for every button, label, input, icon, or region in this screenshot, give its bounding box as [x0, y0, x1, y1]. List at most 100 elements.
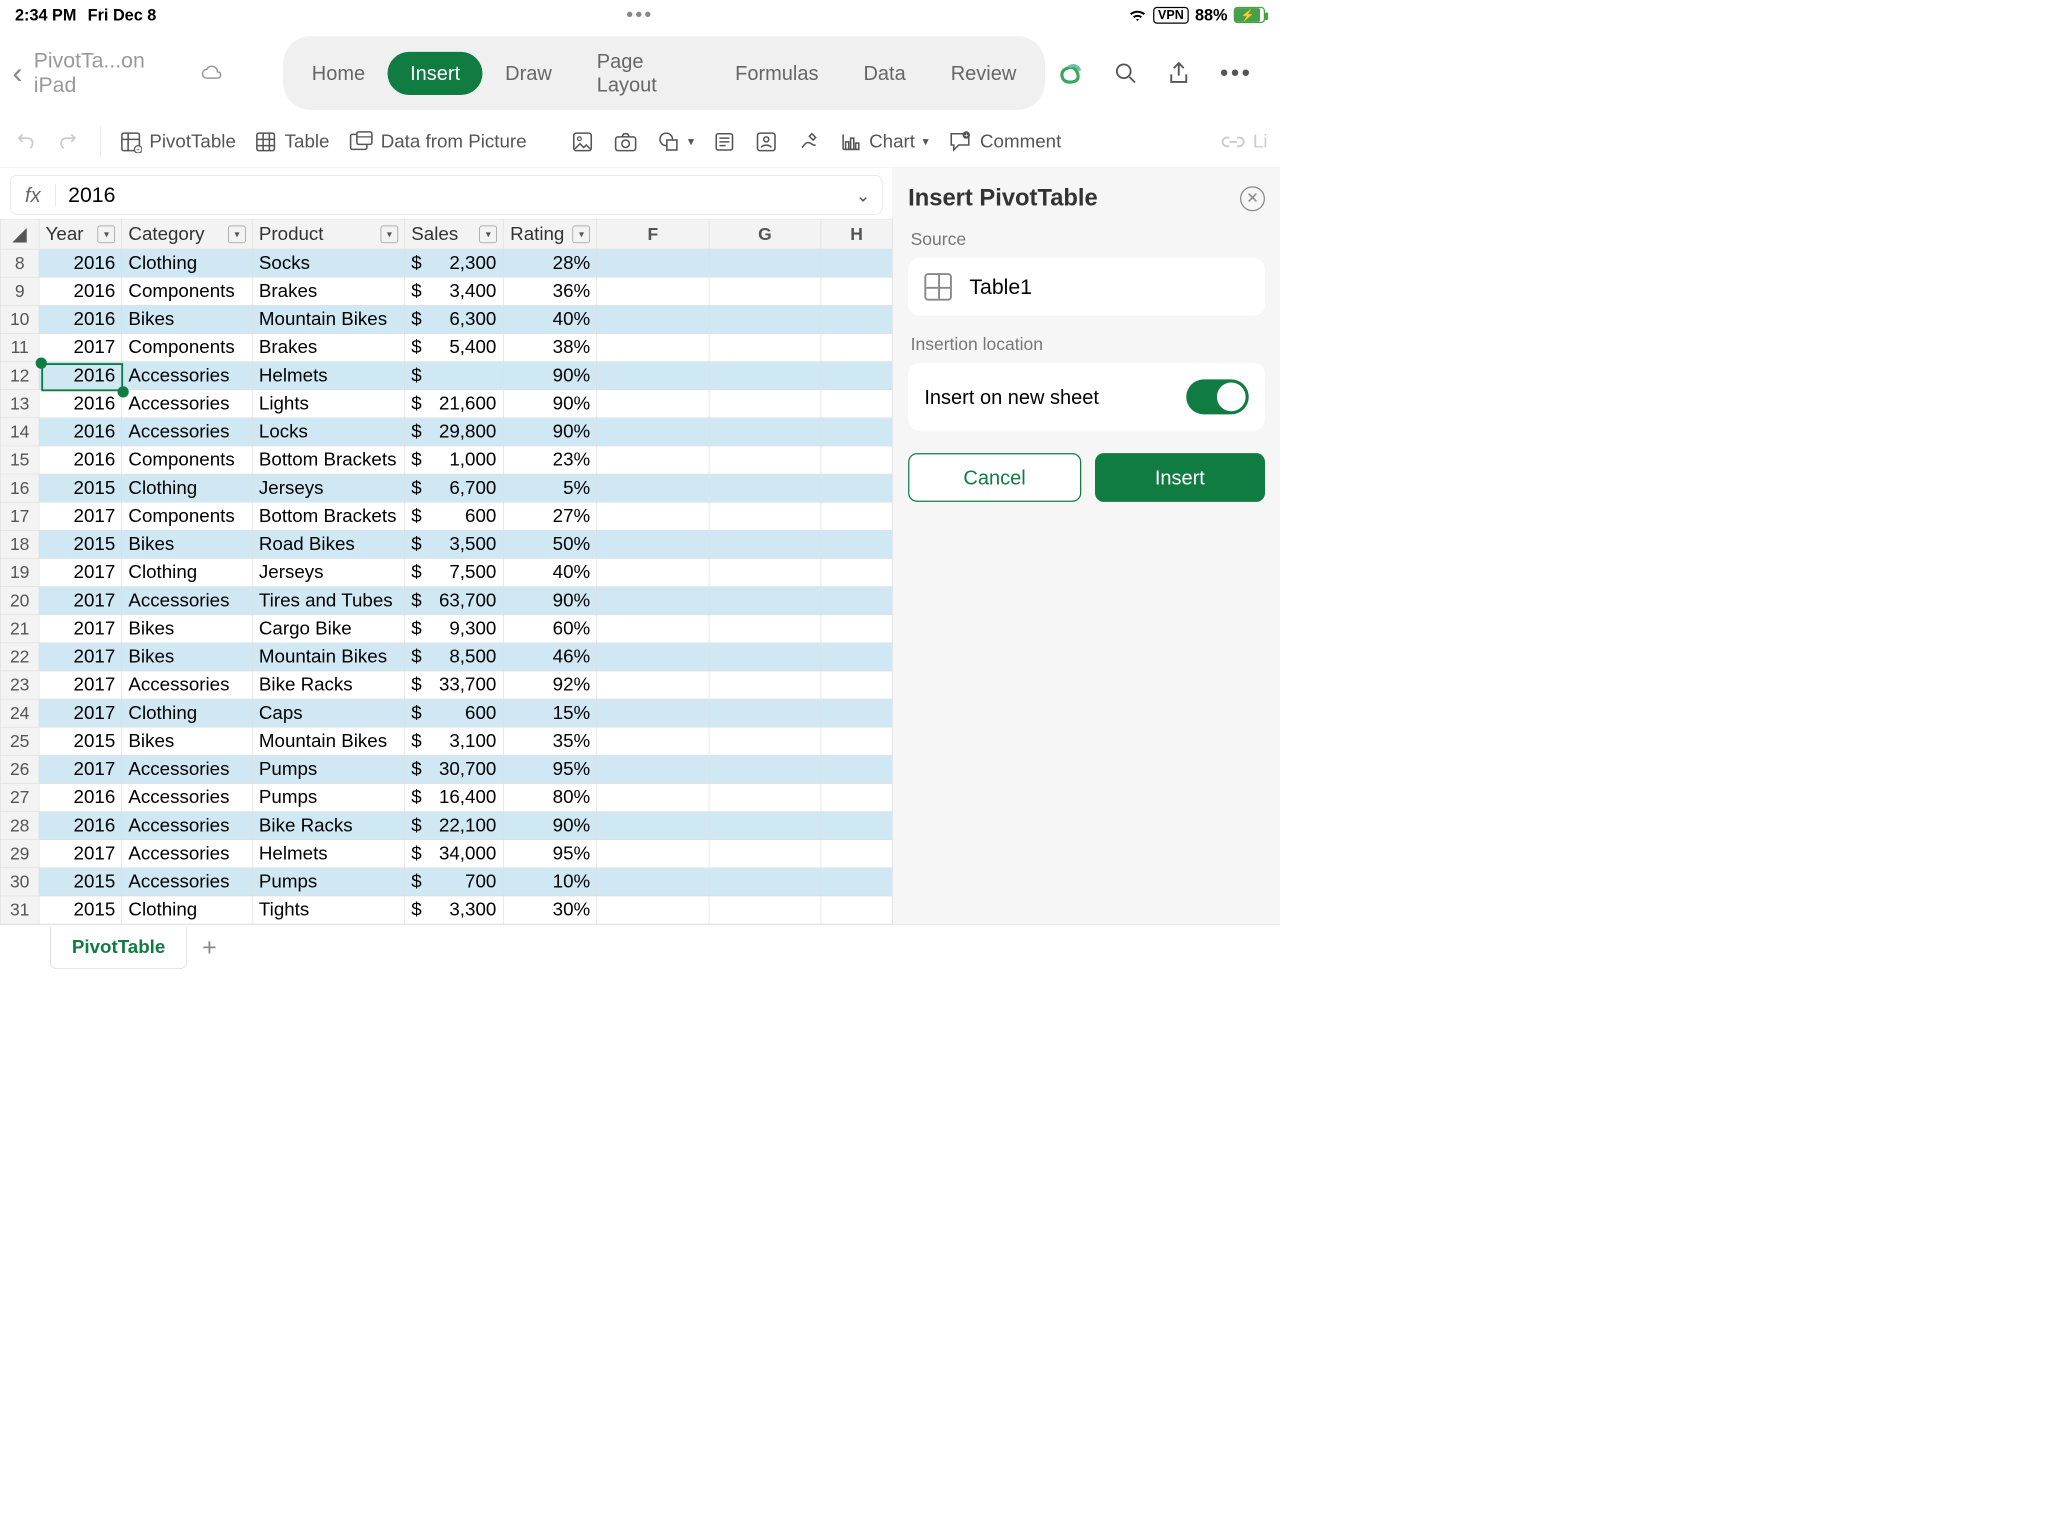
cell[interactable] [709, 896, 821, 924]
row-header[interactable]: 19 [0, 558, 39, 586]
insert-new-sheet-toggle[interactable] [1186, 379, 1249, 414]
cell[interactable] [709, 390, 821, 418]
cell[interactable]: $1,000 [405, 446, 504, 474]
more-icon[interactable]: ••• [1220, 60, 1252, 87]
cell[interactable]: Accessories [122, 755, 252, 783]
cell[interactable]: $21,600 [405, 390, 504, 418]
table-row[interactable]: 272016AccessoriesPumps$16,40080% [0, 783, 892, 811]
cell[interactable]: 90% [504, 362, 597, 390]
cell[interactable] [709, 502, 821, 530]
row-header[interactable]: 9 [0, 277, 39, 305]
cell[interactable]: 50% [504, 530, 597, 558]
table-row[interactable]: 92016ComponentsBrakes$3,40036% [0, 277, 892, 305]
cell[interactable]: Mountain Bikes [252, 727, 404, 755]
cell[interactable]: 95% [504, 755, 597, 783]
people-button[interactable] [754, 130, 778, 154]
camera-button[interactable] [613, 130, 638, 153]
cell[interactable]: 2017 [39, 671, 122, 699]
cell[interactable]: 2016 [39, 418, 122, 446]
cell[interactable]: Bike Racks [252, 812, 404, 840]
cell[interactable] [709, 530, 821, 558]
search-icon[interactable] [1114, 61, 1138, 85]
cell[interactable]: 35% [504, 727, 597, 755]
chart-button[interactable]: Chart ▾ [839, 130, 929, 153]
filter-icon[interactable]: ▾ [98, 225, 116, 243]
column-header-h[interactable]: H [821, 219, 892, 249]
cell[interactable]: $3,400 [405, 277, 504, 305]
cell[interactable] [821, 362, 892, 390]
cell[interactable] [709, 615, 821, 643]
cell[interactable]: Caps [252, 699, 404, 727]
cell[interactable]: Bikes [122, 305, 252, 333]
table-row[interactable]: 162015ClothingJerseys$6,7005% [0, 474, 892, 502]
row-header[interactable]: 29 [0, 840, 39, 868]
back-button[interactable]: ‹ [13, 56, 23, 90]
cell[interactable] [821, 249, 892, 277]
cancel-button[interactable]: Cancel [908, 453, 1081, 502]
tab-insert[interactable]: Insert [388, 52, 483, 95]
cell[interactable]: 2017 [39, 840, 122, 868]
formula-expand-icon[interactable]: ⌄ [844, 185, 882, 206]
cell[interactable]: 80% [504, 783, 597, 811]
cell[interactable]: 10% [504, 868, 597, 896]
cell[interactable] [821, 587, 892, 615]
cell[interactable] [597, 277, 709, 305]
cell[interactable]: 2015 [39, 474, 122, 502]
cell[interactable] [821, 643, 892, 671]
cell[interactable] [709, 277, 821, 305]
cell[interactable] [821, 446, 892, 474]
cell[interactable]: 90% [504, 812, 597, 840]
table-row[interactable]: 142016AccessoriesLocks$29,80090% [0, 418, 892, 446]
cell[interactable]: Socks [252, 249, 404, 277]
cell[interactable] [709, 418, 821, 446]
cell[interactable]: Accessories [122, 671, 252, 699]
cell[interactable]: Components [122, 277, 252, 305]
copilot-icon[interactable] [1056, 59, 1084, 87]
table-row[interactable]: 112017ComponentsBrakes$5,40038% [0, 333, 892, 361]
cell[interactable]: $16,400 [405, 783, 504, 811]
cell[interactable] [821, 868, 892, 896]
redo-button[interactable] [56, 129, 81, 154]
cell[interactable]: Accessories [122, 390, 252, 418]
cell[interactable] [597, 587, 709, 615]
cell[interactable]: Clothing [122, 558, 252, 586]
cell[interactable]: 2017 [39, 755, 122, 783]
cell[interactable] [597, 671, 709, 699]
picture-button[interactable] [570, 130, 594, 154]
cell[interactable]: $9,300 [405, 615, 504, 643]
cell[interactable] [709, 558, 821, 586]
cell[interactable]: $7,500 [405, 558, 504, 586]
cell[interactable]: 90% [504, 587, 597, 615]
cell[interactable]: 36% [504, 277, 597, 305]
cell[interactable] [597, 699, 709, 727]
cell[interactable]: $33,700 [405, 671, 504, 699]
cell[interactable]: Accessories [122, 840, 252, 868]
filter-icon[interactable]: ▾ [480, 225, 498, 243]
cell[interactable] [709, 362, 821, 390]
row-header[interactable]: 31 [0, 896, 39, 924]
table-button[interactable]: Table [255, 130, 330, 153]
cell[interactable]: Clothing [122, 699, 252, 727]
row-header[interactable]: 8 [0, 249, 39, 277]
cell[interactable]: Clothing [122, 249, 252, 277]
cell[interactable]: Brakes [252, 277, 404, 305]
cell[interactable]: Brakes [252, 333, 404, 361]
cell[interactable] [709, 727, 821, 755]
tab-draw[interactable]: Draw [483, 52, 575, 95]
cell[interactable]: 2017 [39, 615, 122, 643]
cell[interactable]: $5,400 [405, 333, 504, 361]
cell[interactable]: 2017 [39, 699, 122, 727]
cell[interactable]: 2017 [39, 643, 122, 671]
cell[interactable] [821, 615, 892, 643]
cell[interactable]: 2017 [39, 333, 122, 361]
undo-button[interactable] [13, 129, 38, 154]
cell[interactable] [709, 474, 821, 502]
cell[interactable] [821, 558, 892, 586]
row-header[interactable]: 15 [0, 446, 39, 474]
formula-input[interactable]: 2016 [56, 183, 845, 207]
cell[interactable]: Accessories [122, 812, 252, 840]
cell[interactable]: 95% [504, 840, 597, 868]
cell[interactable] [709, 699, 821, 727]
cell[interactable] [821, 418, 892, 446]
cell[interactable] [709, 783, 821, 811]
